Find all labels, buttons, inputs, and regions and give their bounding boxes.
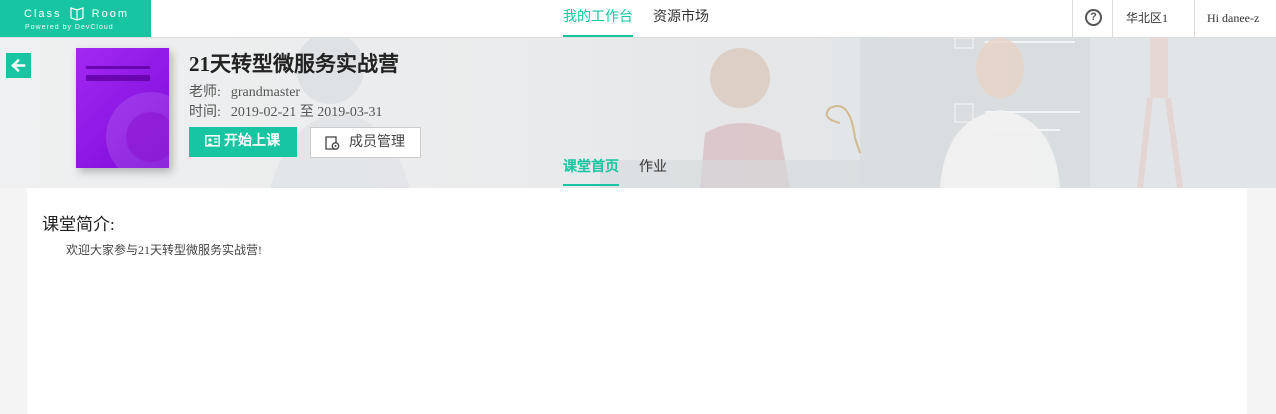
logo-title-right: Room — [91, 8, 129, 20]
book-icon — [69, 7, 84, 21]
course-banner: 21天转型微服务实战营 老师: grandmaster 时间: 2019-02-21… — [0, 38, 1276, 188]
course-cover — [76, 48, 169, 168]
arrow-left-icon — [11, 58, 26, 73]
question-circle-icon: ? — [1085, 9, 1102, 26]
tab-homework[interactable]: 作业 — [639, 153, 667, 186]
nav-my-workbench[interactable]: 我的工作台 — [563, 0, 633, 37]
settings-icon — [325, 136, 340, 150]
region-selector[interactable]: 华北区1 — [1112, 0, 1195, 37]
tab-classroom-home[interactable]: 课堂首页 — [563, 153, 619, 186]
logo-title-left: Class — [24, 8, 62, 20]
time-info: 时间: 2019-02-21 至 2019-03-31 — [189, 101, 383, 121]
teacher-name: grandmaster — [230, 85, 301, 100]
content-panel: 课堂简介: 欢迎大家参与21天转型微服务实战营! — [27, 188, 1247, 414]
classroom-logo[interactable]: Class Room Powered by DevCloud — [0, 0, 151, 37]
member-management-label: 成员管理 — [349, 135, 405, 150]
teacher-info: 老师: grandmaster — [189, 81, 300, 101]
nav-resource-market[interactable]: 资源市场 — [653, 0, 709, 37]
course-title: 21天转型微服务实战营 — [189, 52, 399, 76]
logo-title: Class Room — [24, 5, 129, 21]
presentation-icon — [205, 135, 220, 147]
start-class-label: 开始上课 — [224, 134, 280, 149]
help-button[interactable]: ? — [1072, 0, 1113, 37]
logo-subtitle: Powered by DevCloud — [25, 24, 114, 31]
member-management-button[interactable]: 成员管理 — [310, 127, 421, 158]
time-range: 2019-02-21 至 2019-03-31 — [230, 105, 383, 120]
time-label: 时间: — [189, 105, 221, 120]
intro-heading: 课堂简介: — [42, 215, 115, 234]
user-menu[interactable]: Hi danee-z — [1194, 0, 1276, 37]
teacher-label: 老师: — [189, 85, 221, 100]
back-button[interactable] — [6, 53, 31, 78]
start-class-button[interactable]: 开始上课 — [189, 127, 297, 157]
top-bar: Class Room Powered by DevCloud 我的工作台 资源市… — [0, 0, 1276, 38]
intro-text: 欢迎大家参与21天转型微服务实战营! — [66, 243, 262, 257]
